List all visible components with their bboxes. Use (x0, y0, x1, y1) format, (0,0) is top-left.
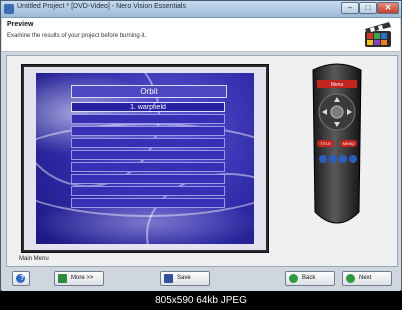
title-bar[interactable]: Untitled Project * [DVD-Video] - Nero Vi… (1, 1, 401, 18)
remote-title-label: TITLE (320, 141, 331, 146)
rewind-icon[interactable] (319, 155, 327, 163)
maximize-button[interactable]: □ (359, 2, 377, 14)
menu-item[interactable] (71, 174, 225, 184)
preview-pane: Orbit 1. warpfield Menu TITLE MENU Main … (6, 55, 398, 267)
pause-icon[interactable] (339, 155, 347, 163)
app-window: Untitled Project * [DVD-Video] - Nero Vi… (0, 0, 402, 291)
back-arrow-icon (289, 274, 298, 283)
menu-list: 1. warpfield (71, 102, 225, 210)
next-arrow-icon (346, 274, 355, 283)
window-title: Untitled Project * [DVD-Video] - Nero Vi… (17, 3, 186, 10)
remote-control: Menu TITLE MENU (312, 63, 362, 224)
help-glyph: ? (20, 275, 25, 282)
menu-item[interactable] (71, 114, 225, 124)
fast-forward-icon[interactable] (349, 155, 357, 163)
tv-frame: Orbit 1. warpfield (21, 64, 269, 253)
app-icon (4, 4, 14, 14)
clapperboard-icon (365, 22, 391, 47)
play-icon[interactable] (329, 155, 337, 163)
remote-ok-button[interactable] (330, 105, 344, 119)
more-icon (58, 274, 67, 283)
menu-item[interactable]: 1. warpfield (71, 102, 225, 112)
save-label: Save (177, 275, 191, 281)
page-header: Preview Examine the results of your proj… (2, 18, 400, 52)
menu-preview-screen[interactable]: Orbit 1. warpfield (36, 73, 254, 244)
tv-bezel: Orbit 1. warpfield (24, 67, 266, 250)
save-button[interactable]: Save (160, 271, 210, 286)
bottom-toolbar: ? More >> Save Back Next (2, 267, 400, 291)
menu-title: Orbit (71, 85, 227, 98)
menu-item[interactable] (71, 126, 225, 136)
menu-item[interactable] (71, 186, 225, 196)
menu-item[interactable] (71, 150, 225, 160)
more-label: More >> (71, 275, 94, 281)
preview-label: Main Menu (19, 256, 49, 262)
back-button[interactable]: Back (285, 271, 335, 286)
menu-item[interactable] (71, 198, 225, 208)
more-button[interactable]: More >> (54, 271, 104, 286)
remote-menu-btn-label: MENU (343, 141, 355, 146)
image-caption: 805x590 64kb JPEG (0, 291, 402, 310)
minimize-button[interactable]: – (341, 2, 359, 14)
remote-menu-label: Menu (331, 82, 344, 88)
help-button[interactable]: ? (12, 271, 30, 286)
page-title: Preview (7, 21, 34, 28)
page-subtitle: Examine the results of your project befo… (7, 33, 147, 39)
next-label: Next (359, 275, 372, 281)
close-button[interactable]: ✕ (377, 2, 399, 14)
next-button[interactable]: Next (342, 271, 392, 286)
menu-item[interactable] (71, 162, 225, 172)
back-label: Back (302, 275, 316, 281)
save-icon (164, 274, 173, 283)
menu-item[interactable] (71, 138, 225, 148)
